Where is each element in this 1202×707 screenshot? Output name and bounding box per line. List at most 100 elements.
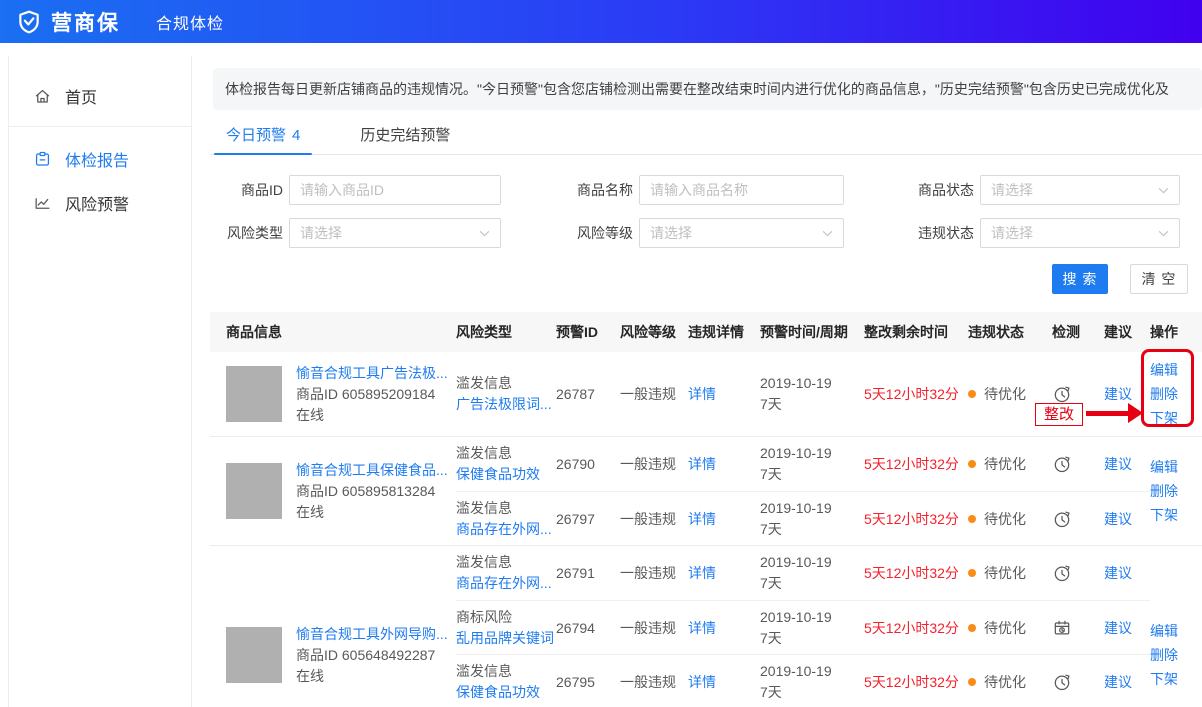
- tab-label: 历史完结预警: [360, 127, 450, 144]
- col-risk-level: 风险等级: [620, 322, 688, 342]
- suggest-link[interactable]: 建议: [1104, 565, 1132, 581]
- detail-link[interactable]: 详情: [688, 511, 716, 527]
- detail-link[interactable]: 详情: [688, 620, 716, 636]
- suggest-link[interactable]: 建议: [1104, 511, 1132, 527]
- suggest-link[interactable]: 建议: [1104, 456, 1132, 472]
- product-id-text: 商品ID 605895209184: [296, 384, 448, 405]
- product-online-status: 在线: [296, 666, 448, 687]
- app-title: 合规体检: [156, 10, 224, 34]
- product-name-link[interactable]: 愉音合规工具保健食品...: [296, 460, 448, 481]
- risk-sub-link[interactable]: 乱用品牌关键词: [456, 628, 556, 649]
- risk-type-text: 滥发信息: [456, 373, 556, 394]
- detail-link[interactable]: 详情: [688, 674, 716, 690]
- col-warning-id: 预警ID: [556, 322, 620, 342]
- status-dot: [968, 624, 976, 632]
- risk-level: 一般违规: [620, 618, 688, 638]
- detail-link[interactable]: 详情: [688, 456, 716, 472]
- col-violation-status: 违规状态: [968, 322, 1052, 342]
- shield-check-logo-icon: [16, 9, 42, 35]
- product-cell: 愉音合规工具外网导购... 商品ID 605648492287 在线: [226, 546, 456, 707]
- warning-date: 2019-10-19: [760, 661, 864, 682]
- delete-link[interactable]: 删除: [1150, 646, 1196, 664]
- suggest-link[interactable]: 建议: [1104, 386, 1132, 402]
- detect-cell: [1052, 563, 1104, 583]
- col-risk-type: 风险类型: [456, 322, 556, 342]
- product-online-status: 在线: [296, 405, 448, 426]
- violation-status-select[interactable]: 请选择: [980, 218, 1180, 248]
- tab-today-warning[interactable]: 今日预警4: [214, 118, 312, 154]
- compliance-check-page: 营商保 合规体检 首页 体检报告 风险预警 体检报告每日更新店: [0, 0, 1202, 707]
- takedown-link[interactable]: 下架: [1150, 506, 1196, 524]
- warning-date: 2019-10-19: [760, 373, 864, 394]
- product-id-text: 商品ID 605895813284: [296, 481, 448, 502]
- edit-link[interactable]: 编辑: [1150, 622, 1196, 640]
- risk-sub-link[interactable]: 商品存在外网...: [456, 573, 556, 594]
- select-placeholder: 请选择: [300, 223, 342, 243]
- risk-level-select[interactable]: 请选择: [639, 218, 844, 248]
- risk-sub-link[interactable]: 保健食品功效: [456, 464, 556, 485]
- takedown-link[interactable]: 下架: [1150, 409, 1196, 427]
- remaining-time: 5天12小时32分: [864, 618, 968, 638]
- product-name-link[interactable]: 愉音合规工具外网导购...: [296, 624, 448, 645]
- risk-type-text: 滥发信息: [456, 661, 556, 682]
- warning-period: 7天: [760, 394, 864, 415]
- filter-risk-level: 风险等级 请选择: [563, 218, 844, 248]
- col-actions: 操作: [1150, 322, 1196, 342]
- suggest-link[interactable]: 建议: [1104, 674, 1132, 690]
- risk-type-text: 商标风险: [456, 607, 556, 628]
- product-image: [226, 627, 282, 683]
- warning-period: 7天: [760, 628, 864, 649]
- product-id-input[interactable]: [289, 175, 501, 205]
- clock-history-icon[interactable]: [1052, 509, 1072, 529]
- product-cell: 愉音合规工具广告法极... 商品ID 605895209184 在线: [226, 352, 456, 436]
- risk-type-select[interactable]: 请选择: [289, 218, 501, 248]
- product-image: [226, 366, 282, 422]
- sidebar-item-report[interactable]: 体检报告: [9, 137, 191, 181]
- product-online-status: 在线: [296, 502, 448, 523]
- product-name-link[interactable]: 愉音合规工具广告法极...: [296, 363, 448, 384]
- product-name-input[interactable]: [639, 175, 844, 205]
- delete-link[interactable]: 删除: [1150, 482, 1196, 500]
- select-placeholder: 请选择: [650, 223, 692, 243]
- filter-product-name: 商品名称: [563, 175, 844, 205]
- product-image: [226, 463, 282, 519]
- brand-title: 营商保: [51, 7, 120, 37]
- detail-link[interactable]: 详情: [688, 386, 716, 402]
- select-placeholder: 请选择: [991, 223, 1033, 243]
- status-dot: [968, 678, 976, 686]
- sidebar-nav: 首页 体检报告 风险预警: [8, 56, 192, 707]
- warning-id: 26787: [556, 386, 620, 402]
- edit-link[interactable]: 编辑: [1150, 361, 1196, 379]
- clock-history-icon[interactable]: [1052, 454, 1072, 474]
- edit-link[interactable]: 编辑: [1150, 458, 1196, 476]
- warning-table: 商品信息 风险类型 预警ID 风险等级 违规详情 预警时间/周期 整改剩余时间 …: [210, 312, 1202, 707]
- table-row-group: 愉音合规工具保健食品... 商品ID 605895813284 在线 滥发信息 …: [210, 437, 1202, 546]
- clear-button[interactable]: 清 空: [1130, 264, 1188, 294]
- violation-row: 滥发信息 商品存在外网... 26797 一般违规 详情 2019-10-19 …: [456, 491, 1150, 545]
- detect-cell: [1052, 509, 1104, 529]
- tab-history-warning[interactable]: 历史完结预警: [348, 118, 462, 154]
- app-header: 营商保 合规体检: [0, 0, 1202, 43]
- clock-history-icon[interactable]: [1052, 384, 1072, 404]
- suggest-link[interactable]: 建议: [1104, 620, 1132, 636]
- product-status-select[interactable]: 请选择: [980, 175, 1180, 205]
- takedown-link[interactable]: 下架: [1150, 670, 1196, 688]
- detail-link[interactable]: 详情: [688, 565, 716, 581]
- risk-type-text: 滥发信息: [456, 498, 556, 519]
- risk-level: 一般违规: [620, 454, 688, 474]
- risk-sub-link[interactable]: 保健食品功效: [456, 682, 556, 703]
- risk-chart-icon: [33, 194, 52, 213]
- risk-sub-link[interactable]: 商品存在外网...: [456, 519, 556, 540]
- search-button[interactable]: 搜 索: [1052, 264, 1108, 294]
- table-row-group: 愉音合规工具外网导购... 商品ID 605648492287 在线 滥发信息 …: [210, 546, 1202, 707]
- sidebar-item-home[interactable]: 首页: [9, 74, 191, 118]
- clock-history-icon[interactable]: [1052, 672, 1072, 692]
- calendar-clock-icon[interactable]: [1052, 618, 1072, 638]
- sidebar-item-risk[interactable]: 风险预警: [9, 181, 191, 225]
- delete-link[interactable]: 删除: [1150, 385, 1196, 403]
- warning-id: 26794: [556, 620, 620, 636]
- status-text: 待优化: [984, 618, 1026, 638]
- filter-label: 风险等级: [563, 223, 633, 243]
- clock-history-icon[interactable]: [1052, 563, 1072, 583]
- risk-sub-link[interactable]: 广告法极限词...: [456, 394, 556, 415]
